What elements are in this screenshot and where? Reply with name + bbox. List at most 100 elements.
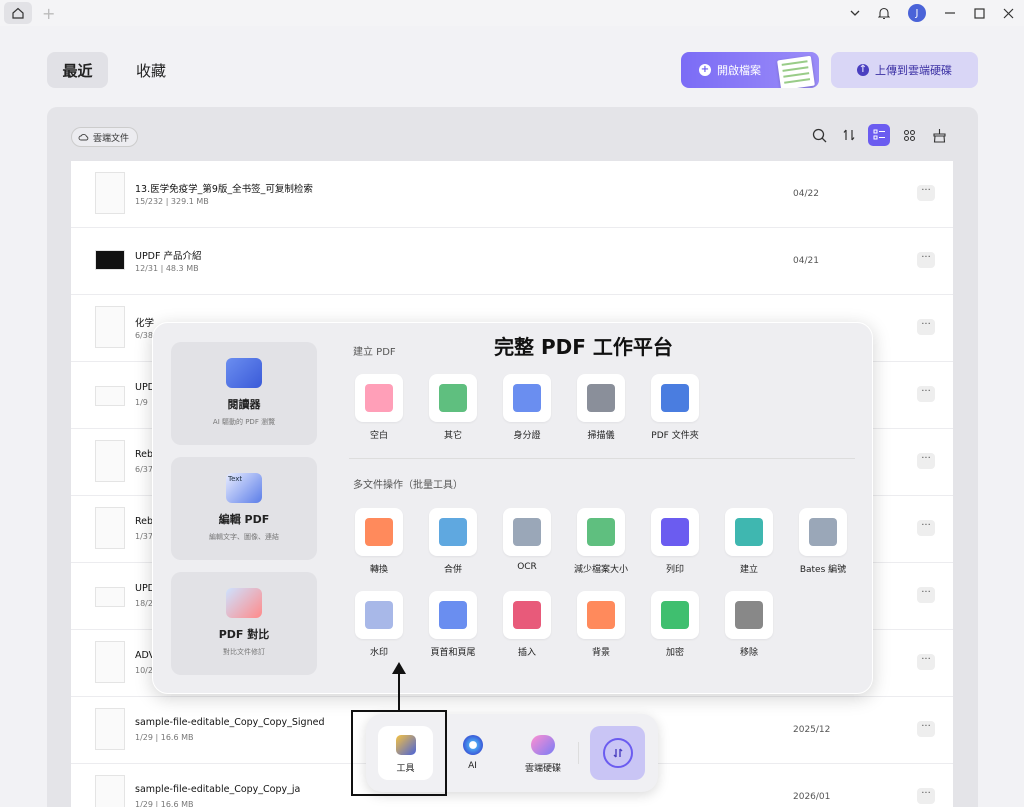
- tool-label: 身分證: [513, 431, 541, 441]
- sort-button[interactable]: [838, 124, 860, 146]
- reader-subtitle: AI 驅動的 PDF 瀏覽: [212, 418, 276, 426]
- more-options-button[interactable]: ···: [917, 788, 935, 804]
- ai-icon: [462, 735, 483, 755]
- file-row[interactable]: 13.医学免疫学_第9版_全书签_可复制检索 15/232 | 329.1 MB 0…: [71, 161, 953, 228]
- tool-label: 轉換: [369, 565, 388, 575]
- file-thumbnail: [95, 386, 125, 406]
- search-button[interactable]: [808, 124, 830, 146]
- pdf-folder-icon: [651, 374, 699, 422]
- background-icon: [577, 591, 625, 639]
- upload-cloud-button[interactable]: ↑ 上傳到雲端硬碟: [831, 52, 978, 88]
- reader-title: 閱讀器: [227, 398, 261, 411]
- file-thumbnail: [95, 587, 125, 607]
- batch-tool-8[interactable]: 頁首和頁尾: [423, 591, 483, 658]
- pdf-workplace-card: 完整 PDF 工作平台 閱讀器 AI 驅動的 PDF 瀏覽 Text 編輯 PD…: [152, 322, 873, 694]
- grid-view-button[interactable]: [898, 124, 920, 146]
- file-thumbnail: [95, 708, 125, 750]
- tool-label: 水印: [369, 648, 388, 658]
- home-tab[interactable]: [4, 2, 32, 24]
- avatar[interactable]: J: [908, 4, 926, 22]
- compress-icon: [577, 508, 625, 556]
- batch-tool-7[interactable]: 水印: [349, 591, 409, 658]
- dock-ai-label: AI: [468, 761, 477, 771]
- tool-label: 掃描儀: [587, 431, 615, 441]
- open-file-button[interactable]: + 開啟檔案: [681, 52, 819, 88]
- create-icon: [725, 508, 773, 556]
- more-options-button[interactable]: ···: [917, 654, 935, 670]
- close-icon[interactable]: [1003, 8, 1014, 19]
- file-thumbnail: [95, 172, 125, 214]
- home-icon: [12, 7, 24, 19]
- file-date: 04/21: [793, 256, 819, 266]
- upload-cloud-label: 上傳到雲端硬碟: [875, 64, 952, 77]
- file-name: UPDF 产品介紹: [135, 251, 202, 262]
- more-options-button[interactable]: ···: [917, 252, 935, 268]
- edit-pdf-subtitle: 編輯文字、圖像、連結: [209, 533, 279, 541]
- batch-tool-10[interactable]: 背景: [571, 591, 631, 658]
- maximize-icon[interactable]: [974, 7, 985, 19]
- tool-label: 頁首和頁尾: [430, 648, 476, 658]
- sort-icon: [843, 129, 855, 141]
- more-options-button[interactable]: ···: [917, 453, 935, 469]
- batch-tool-11[interactable]: 加密: [645, 591, 705, 658]
- create-tool-4[interactable]: PDF 文件夾: [645, 374, 705, 441]
- file-meta: 1/37: [135, 532, 153, 541]
- tool-label: 減少檔案大小: [573, 565, 628, 575]
- batch-tool-1[interactable]: 合併: [423, 508, 483, 575]
- batch-tool-4[interactable]: 列印: [645, 508, 705, 575]
- compare-pdf-subtitle: 對比文件修訂: [223, 648, 265, 656]
- more-options-button[interactable]: ···: [917, 185, 935, 201]
- bell-icon[interactable]: [878, 7, 890, 20]
- create-tool-3[interactable]: 掃描儀: [571, 374, 631, 441]
- batch-tool-9[interactable]: 插入: [497, 591, 557, 658]
- batch-tool-3[interactable]: 減少檔案大小: [571, 508, 631, 575]
- file-row[interactable]: UPDF 产品介紹 12/31 | 48.3 MB 04/21 ···: [71, 228, 953, 295]
- title-bar: + J: [0, 0, 1024, 26]
- new-tab-button[interactable]: +: [42, 4, 55, 23]
- batch-tool-12[interactable]: 移除: [719, 591, 779, 658]
- edit-text-icon: Text: [226, 473, 262, 503]
- list-view-button[interactable]: [868, 124, 890, 146]
- minimize-icon[interactable]: [944, 8, 956, 18]
- more-options-button[interactable]: ···: [917, 319, 935, 335]
- more-options-button[interactable]: ···: [917, 587, 935, 603]
- tool-label: 列印: [665, 565, 684, 575]
- more-options-button[interactable]: ···: [917, 520, 935, 536]
- reader-card[interactable]: 閱讀器 AI 驅動的 PDF 瀏覽: [171, 342, 317, 445]
- more-options-button[interactable]: ···: [917, 386, 935, 402]
- tab-recent[interactable]: 最近: [47, 52, 108, 88]
- edit-pdf-card[interactable]: Text 編輯 PDF 編輯文字、圖像、連結: [171, 457, 317, 560]
- batch-tool-6[interactable]: Bates 編號: [793, 508, 853, 575]
- list-toolbar: [808, 124, 950, 146]
- dock-cloud-button[interactable]: 雲端硬碟: [512, 726, 574, 780]
- file-meta: 15/232 | 329.1 MB: [135, 197, 209, 206]
- batch-tool-0[interactable]: 轉換: [349, 508, 409, 575]
- batch-tool-5[interactable]: 建立: [719, 508, 779, 575]
- other-icon: [429, 374, 477, 422]
- more-options-button[interactable]: ···: [917, 721, 935, 737]
- file-date: 2026/01: [793, 792, 831, 802]
- cloud-docs-chip[interactable]: 雲端文件: [71, 127, 139, 147]
- tab-favorites[interactable]: 收藏: [120, 52, 182, 88]
- plus-icon: +: [699, 64, 711, 76]
- dock-switch-button[interactable]: [590, 726, 645, 780]
- batch-tool-2[interactable]: OCR: [497, 508, 557, 572]
- create-tool-1[interactable]: 其它: [423, 374, 483, 441]
- remove-icon: [725, 591, 773, 639]
- tool-label: 空白: [369, 431, 388, 441]
- clean-button[interactable]: [928, 124, 950, 146]
- list-view-icon: [873, 129, 885, 140]
- create-tool-0[interactable]: 空白: [349, 374, 409, 441]
- file-name: sample-file-editable_Copy_Copy_ja: [135, 784, 301, 795]
- dock-ai-button[interactable]: AI: [445, 726, 500, 780]
- file-meta: 6/37: [135, 465, 153, 474]
- chevron-down-icon[interactable]: [850, 9, 860, 17]
- blank-page-icon: [355, 374, 403, 422]
- compare-pdf-card[interactable]: PDF 對比 對比文件修訂: [171, 572, 317, 675]
- file-thumbnail: [95, 250, 125, 270]
- file-name: sample-file-editable_Copy_Copy_Signed: [135, 717, 325, 728]
- create-tool-2[interactable]: 身分證: [497, 374, 557, 441]
- tool-label: PDF 文件夾: [651, 431, 699, 441]
- tool-label: 合併: [443, 565, 462, 575]
- upload-icon: ↑: [857, 64, 869, 76]
